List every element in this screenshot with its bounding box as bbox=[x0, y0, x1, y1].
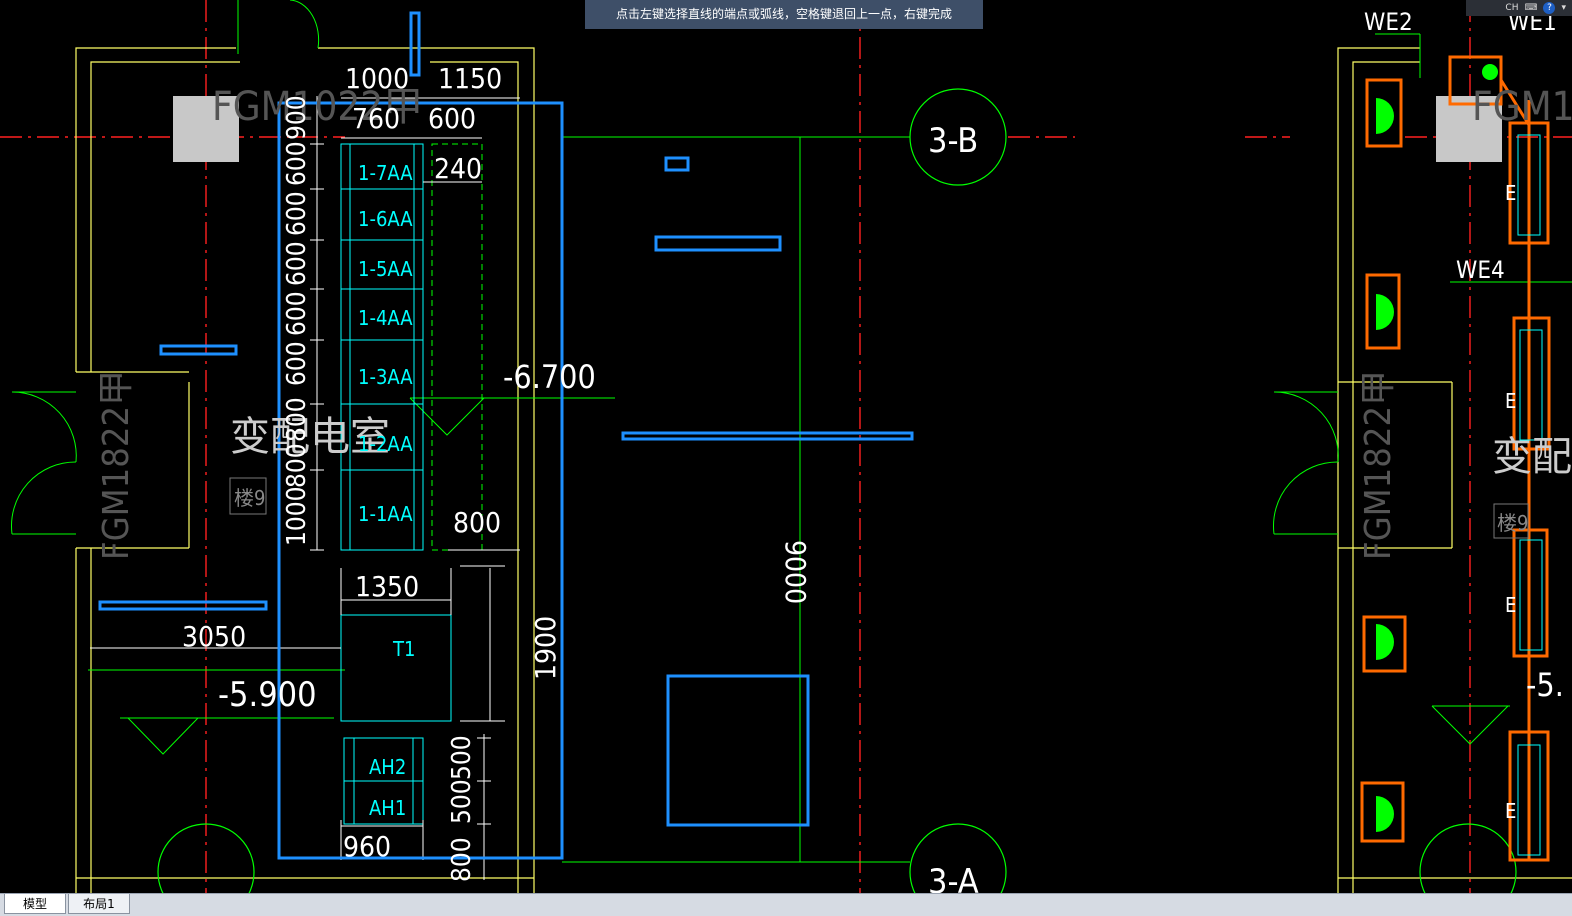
cabinet-1-3AA: 1-3AA bbox=[358, 365, 413, 389]
door-label-top-right: FGM1 bbox=[1472, 84, 1572, 130]
cabinet-1-5AA: 1-5AA bbox=[358, 257, 413, 281]
vdim-8: 1000 bbox=[282, 486, 312, 546]
tray-chevron-icon[interactable]: ▾ bbox=[1561, 3, 1566, 13]
fixture-letter-1: E bbox=[1505, 181, 1516, 205]
floor-tag-right: 楼9 bbox=[1497, 511, 1528, 535]
axis-label-3A: 3-A bbox=[928, 862, 979, 893]
vdim-b2: 800 bbox=[447, 837, 477, 882]
circuit-we2: WE2 bbox=[1364, 8, 1413, 36]
dim-240: 240 bbox=[434, 152, 482, 185]
vdim-5: 600 bbox=[282, 341, 312, 386]
dim-1150: 1150 bbox=[438, 62, 502, 95]
dim-1000: 1000 bbox=[345, 62, 409, 95]
dim-1350: 1350 bbox=[355, 570, 419, 603]
fixture-letter-2: E bbox=[1505, 389, 1516, 413]
cabinet-frames bbox=[340, 143, 452, 825]
dim-800: 800 bbox=[453, 506, 501, 539]
floor-tag-left: 楼9 bbox=[234, 486, 265, 510]
fixture-letter-3: E bbox=[1505, 593, 1516, 617]
vdim-6: 800 bbox=[282, 397, 312, 442]
vdim-2: 600 bbox=[282, 191, 312, 236]
cabinet-1-1AA: 1-1AA bbox=[358, 502, 413, 526]
transformer-label: T1 bbox=[392, 637, 415, 661]
system-tray: CH ⌨ ? ▾ bbox=[1466, 0, 1572, 16]
command-hint-bar: 点击左键选择直线的端点或弧线，空格键退回上一点，右键完成 bbox=[585, 0, 983, 29]
cabinet-1-7AA: 1-7AA bbox=[358, 161, 413, 185]
vdim-4: 600 bbox=[282, 291, 312, 336]
vdim-0: 900 bbox=[282, 95, 312, 140]
room-name-right: 变配电 bbox=[1492, 434, 1572, 480]
help-icon[interactable]: ? bbox=[1543, 2, 1556, 14]
vdim-b1: 500 bbox=[447, 779, 477, 824]
dim-1900: 1900 bbox=[529, 616, 562, 680]
cabinet-AH1: AH1 bbox=[369, 796, 406, 820]
vdim-b0: 500 bbox=[447, 735, 477, 780]
tab-model[interactable]: 模型 bbox=[4, 894, 66, 914]
cabinet-1-2AA: 1-2AA bbox=[358, 432, 413, 456]
elevation-high: -6.700 bbox=[503, 358, 596, 396]
vdim-7: 800 bbox=[282, 443, 312, 488]
dimension-ticks bbox=[310, 143, 491, 825]
elevation-right: -5. bbox=[1526, 666, 1564, 704]
elevation-low: -5.900 bbox=[218, 675, 317, 715]
layout-tab-bar: 模型 布局1 bbox=[0, 893, 1572, 916]
cabinet-1-6AA: 1-6AA bbox=[358, 207, 413, 231]
dim-960: 960 bbox=[343, 830, 391, 863]
vdim-3: 600 bbox=[282, 241, 312, 286]
dim-3050: 3050 bbox=[182, 620, 246, 653]
dim-600: 600 bbox=[428, 102, 476, 135]
axis-label-3B: 3-B bbox=[928, 121, 978, 161]
ime-indicator[interactable]: CH bbox=[1505, 3, 1518, 13]
circuit-we4: WE4 bbox=[1456, 256, 1505, 284]
vdim-1: 600 bbox=[282, 141, 312, 186]
door-label-side-right: FGM1822甲 bbox=[1358, 370, 1399, 560]
dim-760: 760 bbox=[352, 102, 400, 135]
keyboard-icon[interactable]: ⌨ bbox=[1524, 3, 1537, 13]
door-label-side-left: FGM1822甲 bbox=[96, 370, 137, 560]
cabinet-clearance bbox=[431, 143, 483, 551]
cabinet-AH2: AH2 bbox=[369, 755, 406, 779]
tab-layout1[interactable]: 布局1 bbox=[68, 894, 130, 914]
fixture-letter-4: E bbox=[1505, 799, 1516, 823]
cad-canvas[interactable]: FGM1022甲 FGM1822甲 变配电室 楼9 1000 1150 760 … bbox=[0, 0, 1572, 893]
dim-9000: 9000 bbox=[779, 540, 812, 604]
cabinet-1-4AA: 1-4AA bbox=[358, 306, 413, 330]
